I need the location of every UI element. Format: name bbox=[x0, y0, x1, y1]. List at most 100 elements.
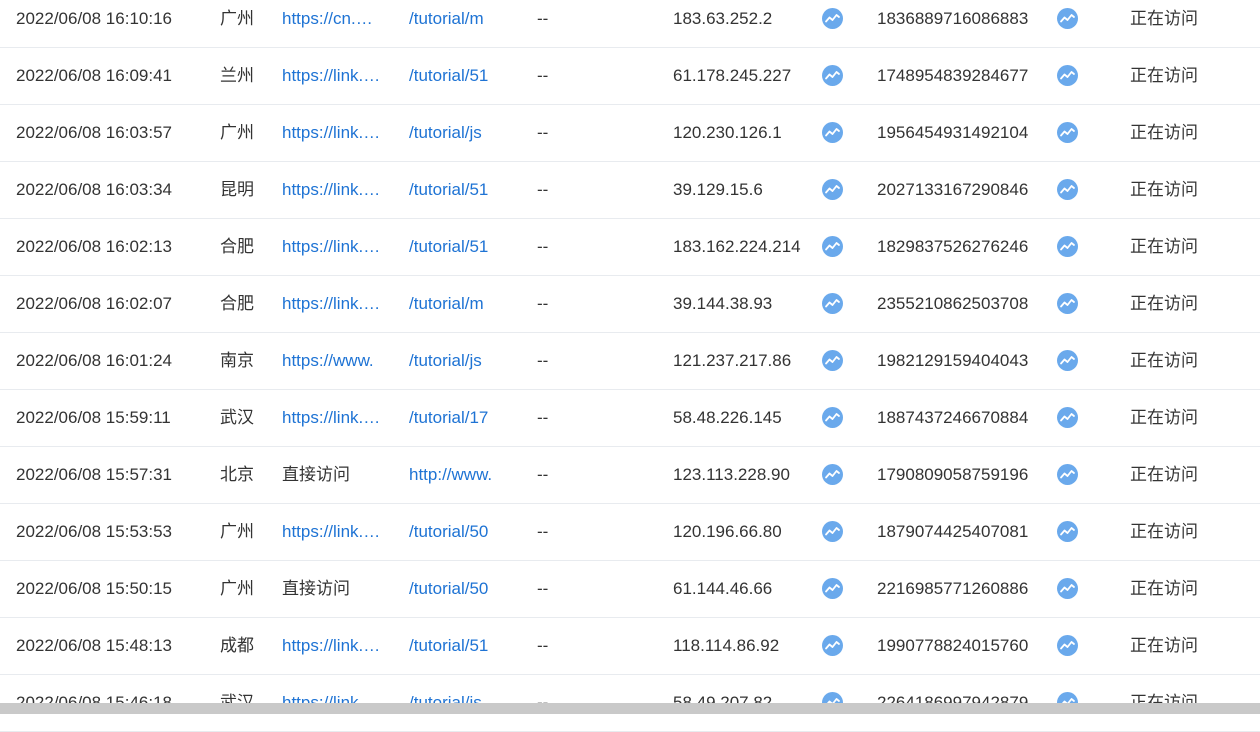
entry-page[interactable]: /tutorial/17 bbox=[409, 390, 513, 446]
source-url[interactable]: https://link.csdn.net/ bbox=[282, 276, 382, 332]
entry-page[interactable]: /tutorial/js bbox=[409, 105, 513, 161]
ip-trend-icon[interactable] bbox=[822, 276, 846, 332]
visitor-id: 2216985771260886 bbox=[877, 579, 1029, 598]
visit-time: 2022/06/08 15:53:53 bbox=[16, 522, 172, 541]
visit-status: 正在访问 bbox=[1130, 408, 1198, 427]
visit-city: 兰州 bbox=[220, 66, 254, 85]
entry-page[interactable]: /tutorial/51 bbox=[409, 48, 513, 104]
source-url[interactable]: https://link.csdn.net/ bbox=[282, 390, 382, 446]
visitor-ip: 118.114.86.92 bbox=[673, 636, 780, 655]
visitor-ip: 39.144.38.93 bbox=[673, 294, 773, 313]
visitor-trend-icon[interactable] bbox=[1057, 105, 1081, 161]
source-url[interactable]: https://link.csdn.net/ bbox=[282, 504, 382, 560]
visit-time: 2022/06/08 15:50:15 bbox=[16, 579, 172, 598]
visit-city: 广州 bbox=[220, 9, 254, 28]
entry-page[interactable]: /tutorial/51 bbox=[409, 618, 513, 674]
visitor-id: 1836889716086883 bbox=[877, 9, 1029, 28]
visitor-trend-icon[interactable] bbox=[1057, 447, 1081, 503]
visitor-trend-icon[interactable] bbox=[1057, 219, 1081, 275]
source-url: 直接访问 bbox=[282, 465, 350, 484]
visit-status: 正在访问 bbox=[1130, 522, 1198, 541]
visitor-ip: 120.196.66.80 bbox=[673, 522, 782, 541]
visit-city: 南京 bbox=[220, 351, 254, 370]
source-url[interactable]: https://link.csdn.net/ bbox=[282, 48, 382, 104]
table-row: 2022/06/08 15:59:11 武汉 https://link.csdn.n… bbox=[0, 390, 1260, 447]
visitor-id: 1982129159404043 bbox=[877, 351, 1029, 370]
visitor-ip: 58.48.226.145 bbox=[673, 408, 782, 427]
source-url[interactable]: https://link.csdn.net/ bbox=[282, 219, 382, 275]
visitor-trend-icon[interactable] bbox=[1057, 276, 1081, 332]
visitor-trend-icon[interactable] bbox=[1057, 333, 1081, 389]
entry-page[interactable]: /tutorial/js bbox=[409, 333, 513, 389]
visitor-id: 2027133167290846 bbox=[877, 180, 1029, 199]
visitor-trend-icon[interactable] bbox=[1057, 618, 1081, 674]
source-url[interactable]: https://link.csdn.net/ bbox=[282, 105, 382, 161]
ip-trend-icon[interactable] bbox=[822, 48, 846, 104]
source-url[interactable]: https://link.csdn.net/ bbox=[282, 618, 382, 674]
entry-page[interactable]: /tutorial/51 bbox=[409, 162, 513, 218]
visitor-trend-icon[interactable] bbox=[1057, 504, 1081, 560]
visit-time: 2022/06/08 16:02:13 bbox=[16, 237, 172, 256]
visit-status: 正在访问 bbox=[1130, 180, 1198, 199]
table-row: 2022/06/08 15:48:13 成都 https://link.csdn.n… bbox=[0, 618, 1260, 675]
visit-time: 2022/06/08 16:10:16 bbox=[16, 9, 172, 28]
entry-page[interactable]: /tutorial/m bbox=[409, 276, 513, 332]
visitor-trend-icon[interactable] bbox=[1057, 162, 1081, 218]
visitor-ip: 39.129.15.6 bbox=[673, 180, 763, 199]
table-row: 2022/06/08 15:50:15 广州 直接访问/tutorial/50 -- 6… bbox=[0, 561, 1260, 618]
entry-page[interactable]: /tutorial/50 bbox=[409, 504, 513, 560]
visit-status: 正在访问 bbox=[1130, 465, 1198, 484]
ip-trend-icon[interactable] bbox=[822, 390, 846, 446]
visit-city: 广州 bbox=[220, 123, 254, 142]
keyword: -- bbox=[537, 579, 549, 598]
visitor-trend-icon[interactable] bbox=[1057, 561, 1081, 617]
ip-trend-icon[interactable] bbox=[822, 162, 846, 218]
ip-trend-icon[interactable] bbox=[822, 561, 846, 617]
visitor-ip: 121.237.217.86 bbox=[673, 351, 792, 370]
visit-time: 2022/06/08 16:03:34 bbox=[16, 180, 172, 199]
ip-trend-icon[interactable] bbox=[822, 0, 846, 47]
source-url[interactable]: https://cn.bing.com/ bbox=[282, 0, 382, 47]
visit-time: 2022/06/08 15:48:13 bbox=[16, 636, 172, 655]
ip-trend-icon[interactable] bbox=[822, 447, 846, 503]
visit-status: 正在访问 bbox=[1130, 636, 1198, 655]
table-row: 2022/06/08 16:02:13 合肥 https://link.csdn.n… bbox=[0, 219, 1260, 276]
visitor-trend-icon[interactable] bbox=[1057, 390, 1081, 446]
visitor-trend-icon[interactable] bbox=[1057, 0, 1081, 47]
visit-city: 武汉 bbox=[220, 408, 254, 427]
visit-status: 正在访问 bbox=[1130, 123, 1198, 142]
visit-status: 正在访问 bbox=[1130, 579, 1198, 598]
visit-city: 广州 bbox=[220, 579, 254, 598]
visit-time: 2022/06/08 16:03:57 bbox=[16, 123, 172, 142]
table-row: 2022/06/08 16:03:57 广州 https://link.csdn.n… bbox=[0, 105, 1260, 162]
visit-status: 正在访问 bbox=[1130, 66, 1198, 85]
visit-status: 正在访问 bbox=[1130, 351, 1198, 370]
visit-city: 合肥 bbox=[220, 294, 254, 313]
keyword: -- bbox=[537, 408, 549, 427]
source-url[interactable]: https://www. bbox=[282, 333, 382, 389]
table-row: 2022/06/08 16:10:16 广州 https://cn.bing.com… bbox=[0, 0, 1260, 48]
entry-page[interactable]: http://www. bbox=[409, 447, 513, 503]
source-url[interactable]: https://link.csdn.net/ bbox=[282, 162, 382, 218]
keyword: -- bbox=[537, 180, 549, 199]
keyword: -- bbox=[537, 522, 549, 541]
keyword: -- bbox=[537, 9, 549, 28]
keyword: -- bbox=[537, 123, 549, 142]
visitor-trend-icon[interactable] bbox=[1057, 48, 1081, 104]
visit-city: 广州 bbox=[220, 522, 254, 541]
visit-time: 2022/06/08 16:02:07 bbox=[16, 294, 172, 313]
entry-page[interactable]: /tutorial/m bbox=[409, 0, 513, 47]
visit-city: 北京 bbox=[220, 465, 254, 484]
entry-page[interactable]: /tutorial/51 bbox=[409, 219, 513, 275]
ip-trend-icon[interactable] bbox=[822, 219, 846, 275]
visitor-ip: 61.178.245.227 bbox=[673, 66, 792, 85]
horizontal-scrollbar[interactable] bbox=[0, 703, 1260, 714]
entry-page[interactable]: /tutorial/50 bbox=[409, 561, 513, 617]
table-row: 2022/06/08 16:02:07 合肥 https://link.csdn.n… bbox=[0, 276, 1260, 333]
ip-trend-icon[interactable] bbox=[822, 105, 846, 161]
visit-status: 正在访问 bbox=[1130, 294, 1198, 313]
visit-city: 昆明 bbox=[220, 180, 254, 199]
ip-trend-icon[interactable] bbox=[822, 333, 846, 389]
ip-trend-icon[interactable] bbox=[822, 504, 846, 560]
ip-trend-icon[interactable] bbox=[822, 618, 846, 674]
